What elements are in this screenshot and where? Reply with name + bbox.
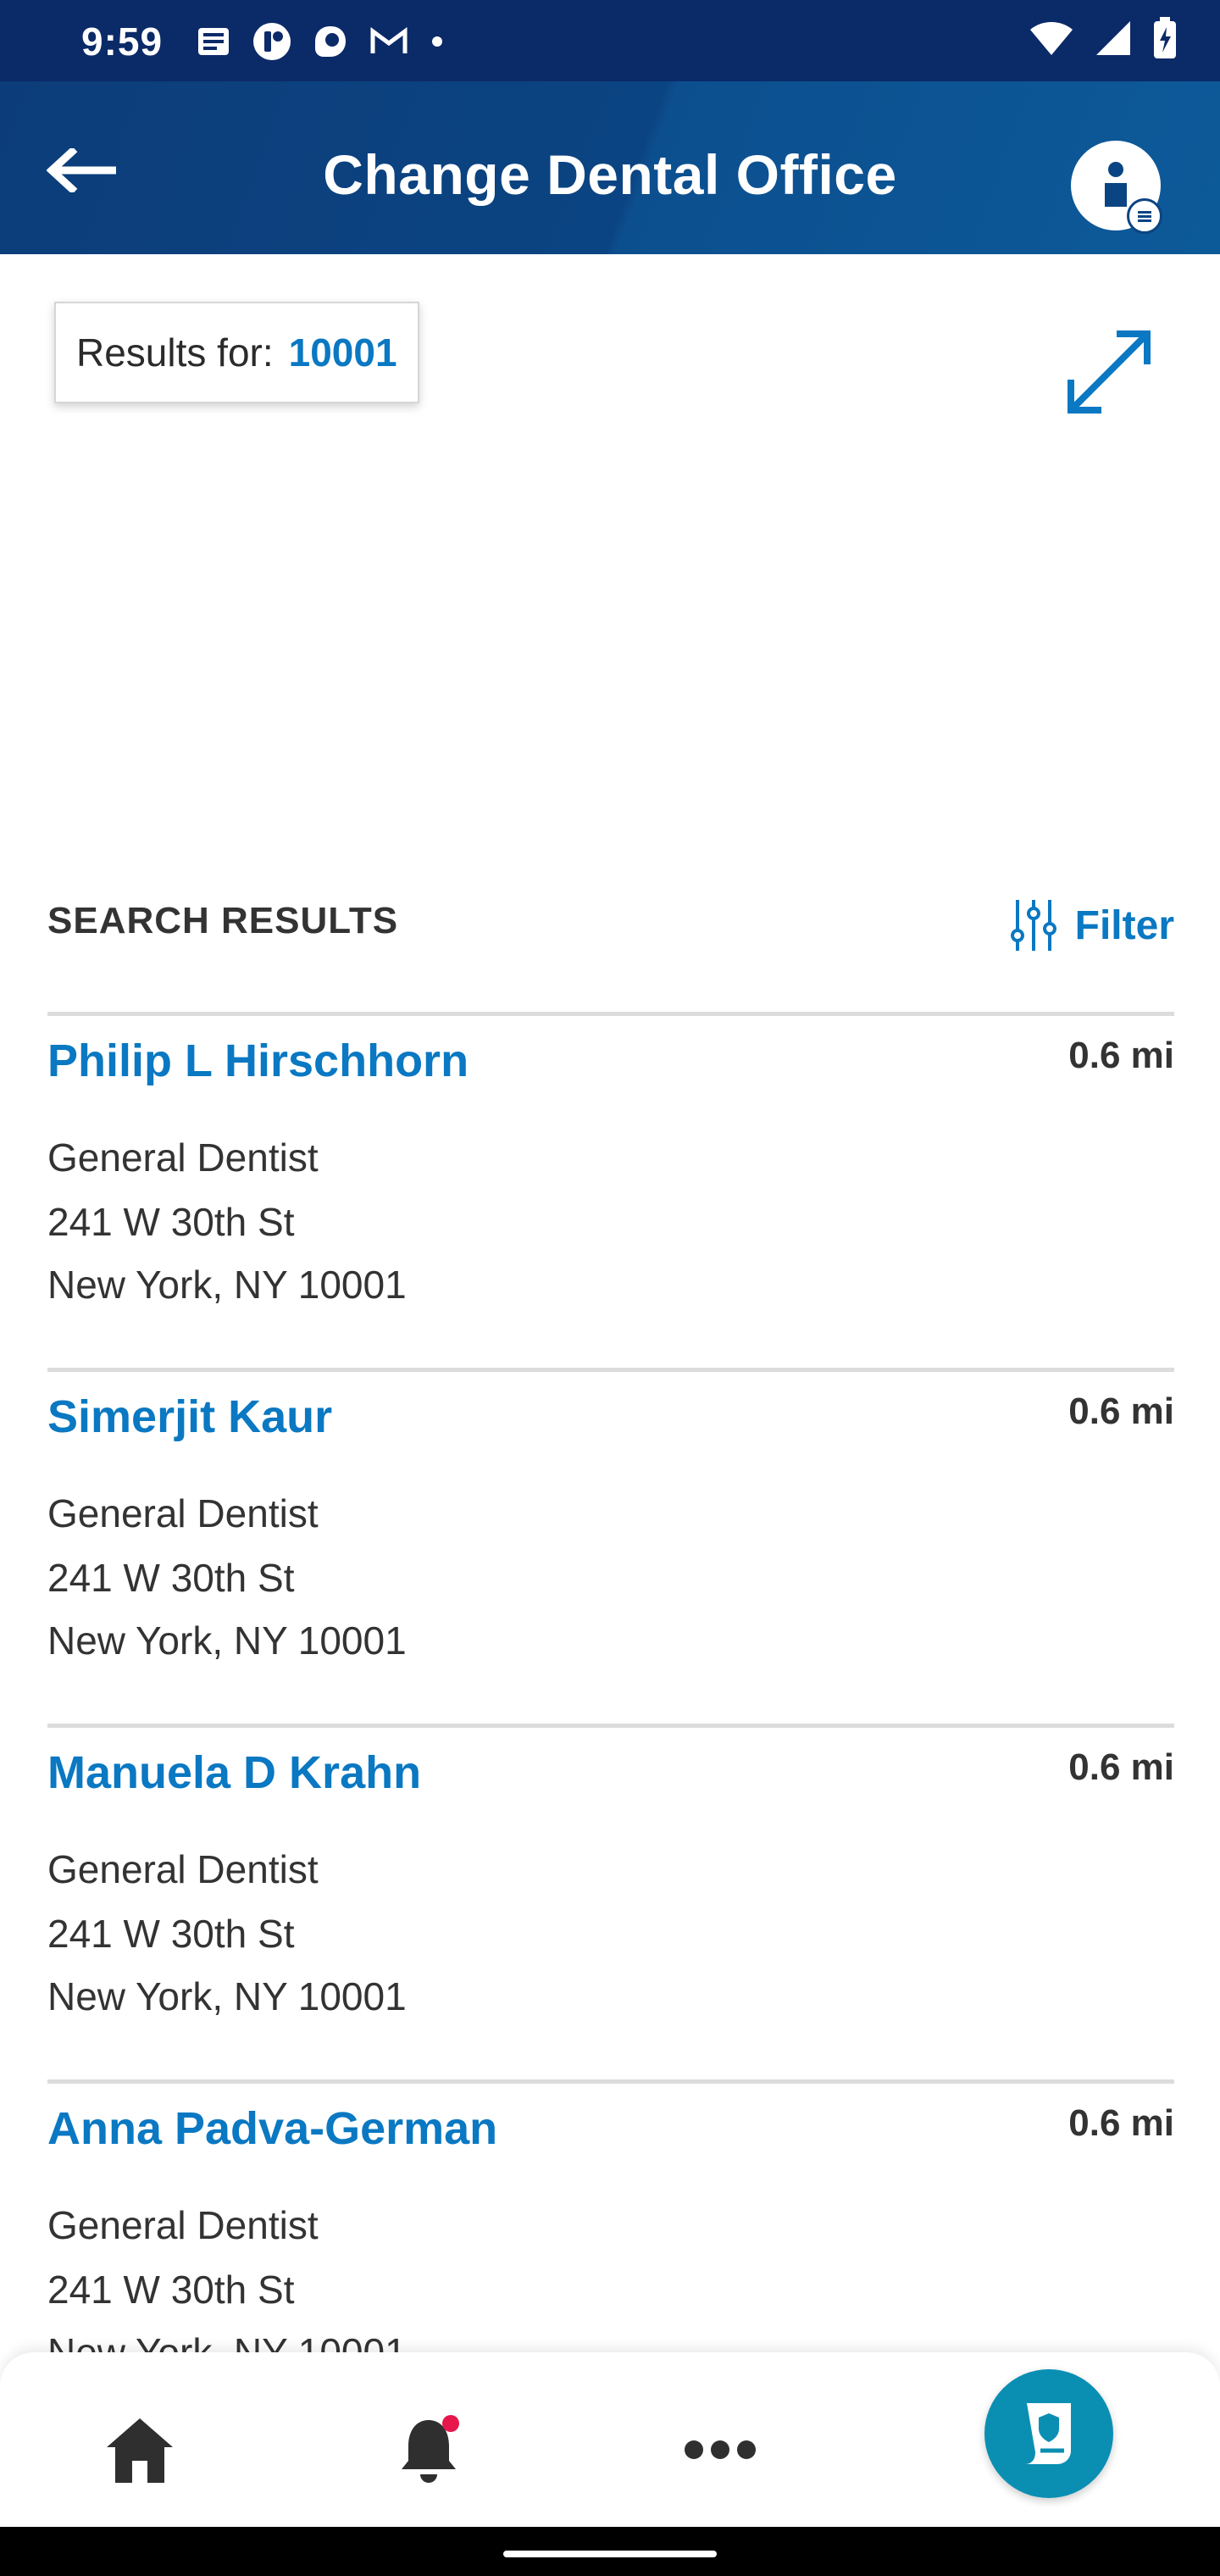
more-icon — [685, 2440, 756, 2459]
result-distance: 0.6 mi — [1068, 2102, 1174, 2144]
expand-map-button[interactable] — [1062, 325, 1156, 419]
result-specialty: General Dentist — [47, 1491, 319, 1535]
result-specialty: General Dentist — [47, 1847, 319, 1891]
app-icon — [253, 23, 291, 60]
wifi-icon — [1030, 22, 1073, 55]
result-distance: 0.6 mi — [1068, 1035, 1174, 1076]
app-header: Change Dental Office — [0, 81, 1220, 254]
filter-button[interactable]: Filter — [1010, 898, 1174, 952]
result-name[interactable]: Philip L Hirschhorn — [47, 1035, 469, 1087]
gmail-icon — [370, 27, 408, 53]
profile-button[interactable] — [1071, 141, 1162, 234]
page-title: Change Dental Office — [323, 143, 897, 206]
result-street: 241 W 30th St — [47, 2268, 295, 2312]
status-bar: 9:59 — [0, 0, 1220, 81]
result-name[interactable]: Simerjit Kaur — [47, 1391, 332, 1443]
result-name[interactable]: Anna Padva-German — [47, 2102, 497, 2155]
result-item[interactable]: Philip L Hirschhorn 0.6 mi General Denti… — [47, 1016, 1174, 1363]
results-for-label: Results for: — [76, 330, 274, 375]
nav-home[interactable] — [93, 2403, 186, 2496]
result-distance: 0.6 mi — [1068, 1391, 1174, 1432]
gesture-bar — [0, 2527, 1220, 2576]
nav-notifications[interactable] — [383, 2403, 476, 2496]
status-notification-icons — [197, 22, 444, 61]
signal-icon — [1096, 21, 1130, 55]
results-zip: 10001 — [288, 330, 397, 375]
sliders-icon — [1010, 900, 1056, 951]
profile-menu-badge — [1127, 198, 1162, 234]
home-indicator[interactable] — [503, 2551, 717, 2557]
bell-icon — [402, 2415, 459, 2483]
result-street: 241 W 30th St — [47, 1556, 295, 1600]
home-icon — [107, 2418, 173, 2483]
result-distance: 0.6 mi — [1068, 1746, 1174, 1788]
filter-label: Filter — [1074, 902, 1174, 948]
result-item[interactable]: Manuela D Krahn 0.6 mi General Dentist 2… — [47, 1728, 1174, 2075]
result-specialty: General Dentist — [47, 2203, 319, 2247]
status-system-icons — [1029, 17, 1178, 59]
id-card-button[interactable] — [984, 2369, 1113, 2498]
menu-lines-icon — [1138, 211, 1151, 222]
status-time: 9:59 — [81, 19, 164, 64]
result-city: New York, NY 10001 — [47, 1263, 407, 1307]
news-icon — [198, 28, 229, 55]
notification-dot — [442, 2415, 459, 2432]
wallet-icon — [315, 26, 346, 57]
result-name[interactable]: Manuela D Krahn — [47, 1746, 421, 1799]
result-street: 241 W 30th St — [47, 1912, 295, 1956]
results-for-chip: Results for: 10001 — [54, 302, 419, 403]
nav-more[interactable] — [674, 2403, 767, 2496]
map-area[interactable]: Results for: 10001 — [0, 254, 1220, 864]
expand-icon — [1068, 330, 1151, 414]
bottom-nav — [0, 2352, 1220, 2527]
result-street: 241 W 30th St — [47, 1200, 295, 1244]
result-specialty: General Dentist — [47, 1135, 319, 1180]
result-item[interactable]: Simerjit Kaur 0.6 mi General Dentist 241… — [47, 1372, 1174, 1719]
id-card-icon — [1025, 2403, 1071, 2464]
dot-icon — [432, 36, 442, 47]
result-city: New York, NY 10001 — [47, 1618, 407, 1663]
search-results-title: SEARCH RESULTS — [47, 900, 399, 941]
battery-icon — [1154, 17, 1176, 58]
search-results-header: SEARCH RESULTS Filter — [47, 898, 1174, 966]
result-city: New York, NY 10001 — [47, 1974, 407, 2018]
